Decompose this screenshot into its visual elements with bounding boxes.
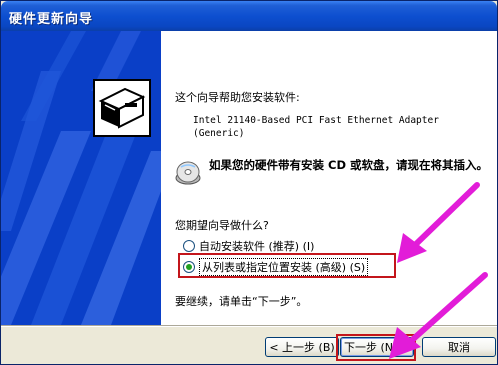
radio-button-list[interactable] bbox=[183, 261, 195, 273]
device-name: Intel 21140-Based PCI Fast Ethernet Adap… bbox=[193, 114, 439, 140]
radio-list-install[interactable]: 从列表或指定位置安装 (高级) (S) bbox=[183, 258, 369, 276]
title-bar[interactable]: 硬件更新向导 bbox=[1, 1, 497, 31]
question-text: 您期望向导做什么? bbox=[175, 219, 269, 232]
cd-prompt-text: 如果您的硬件带有安装 CD 或软盘，请现在将其插入。 bbox=[209, 158, 488, 172]
window-title: 硬件更新向导 bbox=[9, 12, 94, 27]
cd-icon bbox=[175, 161, 201, 185]
radio-button-auto[interactable] bbox=[183, 240, 195, 252]
radio-auto-install[interactable]: 自动安装软件 (推荐) (I) bbox=[183, 238, 314, 254]
pointer-arrow-option bbox=[397, 182, 480, 263]
device-name-line2: (Generic) bbox=[193, 128, 245, 139]
wizard-side-panel bbox=[1, 31, 161, 325]
pointer-arrow-next bbox=[389, 272, 488, 359]
device-name-line1: Intel 21140-Based PCI Fast Ethernet Adap… bbox=[193, 115, 439, 126]
wizard-window: 硬件更新向导 这个向导帮助您安装软件: Intel 21140-Based PC… bbox=[0, 0, 498, 365]
radio-auto-label: 自动安装软件 (推荐) (I) bbox=[199, 240, 315, 253]
radio-list-label: 从列表或指定位置安装 (高级) (S) bbox=[199, 258, 369, 276]
back-button[interactable]: < 上一步 (B) bbox=[265, 337, 339, 357]
intro-text: 这个向导帮助您安装软件: bbox=[175, 91, 300, 104]
hardware-wizard-icon bbox=[93, 79, 151, 137]
side-panel-graphic bbox=[1, 31, 161, 325]
continue-hint: 要继续，请单击“下一步”。 bbox=[175, 295, 308, 308]
